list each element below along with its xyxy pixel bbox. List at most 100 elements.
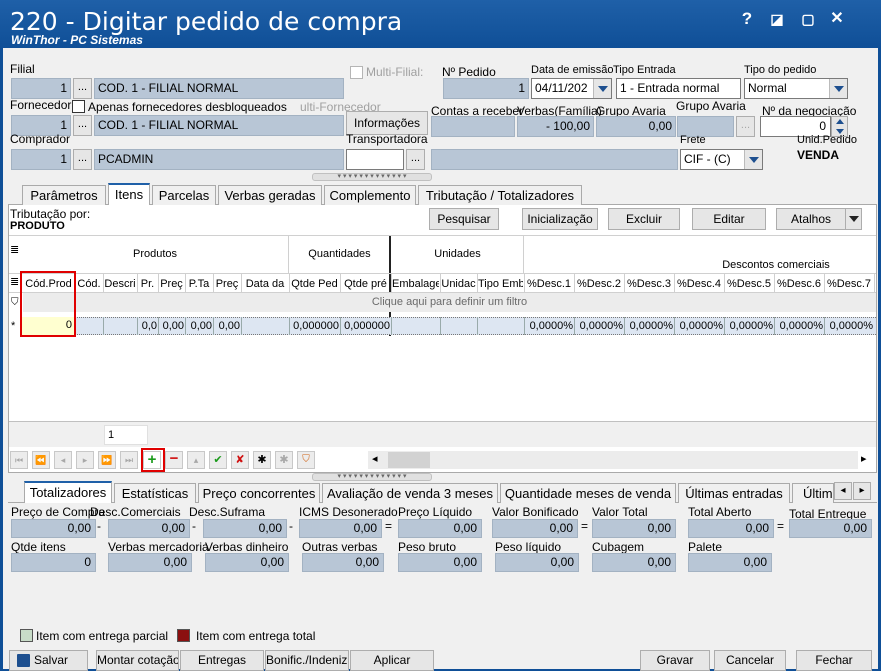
- delete-record-icon[interactable]: −: [165, 451, 183, 469]
- grid-cell[interactable]: 0,0000%: [774, 319, 824, 334]
- aplicar-button[interactable]: Aplicar: [350, 650, 434, 671]
- data-emissao-field[interactable]: 04/11/202: [531, 78, 612, 99]
- column-header[interactable]: %Desc.3: [625, 276, 673, 292]
- splitter-handle[interactable]: ▾ ▾ ▾ ▾ ▾ ▾ ▾ ▾ ▾ ▾ ▾ ▾ ▾: [312, 173, 432, 181]
- column-header[interactable]: Qtde Ped: [290, 276, 339, 292]
- grid-cell[interactable]: 0,00: [213, 319, 241, 334]
- tab-ultimas-entradas[interactable]: Últimas entradas: [678, 483, 790, 503]
- editar-button[interactable]: Editar: [692, 208, 766, 230]
- cancelar-button[interactable]: Cancelar: [714, 650, 786, 671]
- column-header[interactable]: %Desc.4: [675, 276, 723, 292]
- transportadora-code-field[interactable]: [346, 149, 404, 170]
- nav-next-page-icon[interactable]: ⏩: [98, 451, 116, 469]
- grid-cell[interactable]: 0,00: [158, 319, 185, 334]
- tab-preco-concorrentes[interactable]: Preço concorrentes: [198, 483, 320, 503]
- grid-cell[interactable]: 0,0000%: [724, 319, 774, 334]
- transportadora-lookup-button[interactable]: ...: [406, 149, 425, 170]
- row-selector-icon[interactable]: ≣: [10, 276, 19, 288]
- refresh-icon[interactable]: ✱: [253, 451, 271, 469]
- comprador-code-field[interactable]: 1: [11, 149, 71, 170]
- grid-cell[interactable]: 0,000000: [289, 319, 340, 334]
- tab-tributacao[interactable]: Tributação / Totalizadores: [418, 185, 582, 205]
- horizontal-scrollbar[interactable]: [368, 451, 858, 469]
- grid-cell[interactable]: 0,0000%: [574, 319, 624, 334]
- tabs-scroll-right-icon[interactable]: ▸: [853, 482, 871, 500]
- tab-itens[interactable]: Itens: [108, 183, 150, 205]
- filter-icon[interactable]: ⛉: [11, 297, 19, 308]
- post-record-icon[interactable]: ✔: [209, 451, 227, 469]
- chevron-down-icon[interactable]: [829, 79, 847, 98]
- nav-next-icon[interactable]: ▸: [76, 451, 94, 469]
- salvar-button[interactable]: Salvar: [9, 650, 88, 671]
- grid-cell[interactable]: 0,0000%: [824, 319, 874, 334]
- grid-cell[interactable]: 0,0000%: [624, 319, 674, 334]
- multi-filial-checkbox[interactable]: [350, 66, 363, 79]
- column-header[interactable]: Cód.: [76, 276, 102, 292]
- comprador-lookup-button[interactable]: ...: [73, 149, 92, 170]
- splitter-handle-2[interactable]: ▾ ▾ ▾ ▾ ▾ ▾ ▾ ▾ ▾ ▾ ▾ ▾ ▾: [312, 473, 432, 481]
- column-header[interactable]: Embalage: [392, 276, 439, 292]
- column-header[interactable]: %Desc.1: [525, 276, 573, 292]
- apenas-desbloqueados-checkbox[interactable]: [72, 100, 85, 113]
- atalhos-button[interactable]: Atalhos: [776, 208, 846, 230]
- nav-last-icon[interactable]: ⏭: [120, 451, 138, 469]
- nav-first-icon[interactable]: ⏮: [10, 451, 28, 469]
- tab-totalizadores[interactable]: Totalizadores: [24, 481, 112, 503]
- scroll-thumb[interactable]: [388, 452, 430, 468]
- nav-prev-icon[interactable]: ◂: [54, 451, 72, 469]
- chevron-down-icon[interactable]: [744, 150, 762, 169]
- restore-button[interactable]: ◪: [766, 8, 788, 30]
- tab-parcelas[interactable]: Parcelas: [152, 185, 216, 205]
- tab-parametros[interactable]: Parâmetros: [22, 185, 106, 205]
- montar-cotacao-button[interactable]: Montar cotação: [96, 650, 179, 671]
- tab-complemento[interactable]: Complemento: [324, 185, 416, 205]
- fornecedor-lookup-button[interactable]: ...: [73, 115, 92, 136]
- close-button[interactable]: ✕: [826, 8, 848, 30]
- fechar-button[interactable]: Fechar: [796, 650, 872, 671]
- cancel-record-icon[interactable]: ✘: [231, 451, 249, 469]
- column-header[interactable]: Pr.: [138, 276, 157, 292]
- atalhos-dropdown[interactable]: [845, 208, 862, 230]
- help-button[interactable]: ?: [736, 8, 758, 30]
- column-header[interactable]: %Desc.5: [725, 276, 773, 292]
- column-chooser-icon[interactable]: ≣: [10, 245, 19, 256]
- gravar-button[interactable]: Gravar: [640, 650, 710, 671]
- frete-select[interactable]: CIF - (C): [680, 149, 763, 170]
- scroll-left-icon[interactable]: ◂: [372, 452, 378, 465]
- excluir-button[interactable]: Excluir: [608, 208, 680, 230]
- tab-quantidade-meses[interactable]: Quantidade meses de venda: [500, 483, 676, 503]
- column-header[interactable]: Descri: [104, 276, 136, 292]
- grupo-avaria-lookup-button[interactable]: ...: [736, 116, 755, 137]
- bookmark-icon[interactable]: ✱: [275, 451, 293, 469]
- scroll-right-icon[interactable]: ▸: [861, 452, 867, 465]
- nav-prev-page-icon[interactable]: ⏪: [32, 451, 50, 469]
- filial-lookup-button[interactable]: ...: [73, 78, 92, 99]
- grid-cell[interactable]: 0,00: [185, 319, 213, 334]
- grid-cell[interactable]: 0,000000: [340, 319, 391, 334]
- tab-ultim[interactable]: Últim: [792, 483, 834, 503]
- maximize-button[interactable]: ▢: [797, 8, 819, 30]
- tab-verbas-geradas[interactable]: Verbas geradas: [218, 185, 322, 205]
- filial-code-field[interactable]: 1: [11, 78, 71, 99]
- column-divider[interactable]: [874, 274, 875, 292]
- edit-record-icon[interactable]: ▴: [187, 451, 205, 469]
- spin-up-icon[interactable]: [836, 119, 844, 124]
- tipo-entrada-field[interactable]: 1 - Entrada normal: [616, 78, 741, 99]
- tab-avaliacao-venda[interactable]: Avaliação de venda 3 meses: [322, 483, 498, 503]
- column-header[interactable]: Data da: [242, 276, 288, 292]
- grid-cell[interactable]: 0,0: [137, 319, 158, 334]
- tabs-scroll-left-icon[interactable]: ◂: [834, 482, 852, 500]
- column-header[interactable]: Unidac: [441, 276, 476, 292]
- column-header[interactable]: Tipo Emb: [478, 276, 523, 292]
- grid-cell[interactable]: 0,0000%: [674, 319, 724, 334]
- column-header[interactable]: Qtde pré: [341, 276, 390, 292]
- bonific-indeniz-button[interactable]: Bonific./Indeniz.: [265, 650, 349, 671]
- column-header[interactable]: Preç: [159, 276, 184, 292]
- column-header[interactable]: %Desc.2: [575, 276, 623, 292]
- column-header[interactable]: %Desc.6: [775, 276, 823, 292]
- filter-toggle-icon[interactable]: ⛉: [297, 451, 315, 469]
- column-header[interactable]: P.Ta: [186, 276, 212, 292]
- column-header[interactable]: Preç: [214, 276, 240, 292]
- grid-cell[interactable]: 0,0000%: [524, 319, 574, 334]
- tipo-pedido-select[interactable]: Normal: [744, 78, 848, 99]
